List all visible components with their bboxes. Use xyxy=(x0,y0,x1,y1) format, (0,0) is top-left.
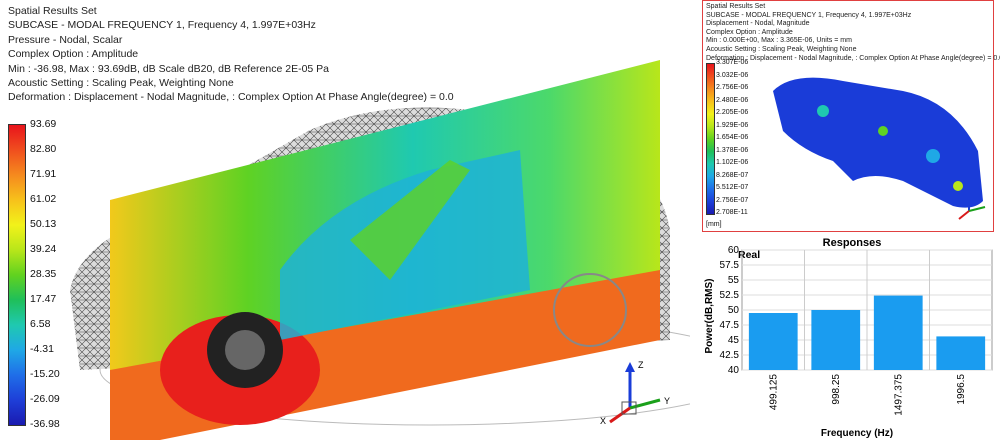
inset-legend-value: 2.756E-06 xyxy=(716,84,749,91)
inset-header: Spatial Results Set SUBCASE - MODAL FREQ… xyxy=(706,3,1000,63)
inset-legend-value: 2.708E-11 xyxy=(716,209,748,216)
bar xyxy=(936,336,986,370)
inset-header-line: SUBCASE - MODAL FREQUENCY 1, Frequency 4… xyxy=(706,11,912,19)
responses-chart-svg: Responses Real Power(dB,RMS) Frequency (… xyxy=(704,237,993,439)
triad-y-label: Y xyxy=(664,396,670,406)
car-model-render xyxy=(70,60,761,447)
inset-legend-value: 5.512E-07 xyxy=(716,184,749,191)
y-tick-label: 57.5 xyxy=(720,260,740,271)
inset-units-label: [mm] xyxy=(706,221,722,228)
legend-color-bar xyxy=(8,124,26,426)
y-tick-label: 45 xyxy=(728,335,740,346)
inset-header-line: Displacement - Nodal, Magnitude xyxy=(706,20,810,28)
responses-chart: Responses Real Power(dB,RMS) Frequency (… xyxy=(702,236,998,442)
inset-legend-value: 1.929E-06 xyxy=(716,121,749,129)
inset-legend-value: 2.205E-06 xyxy=(716,109,749,116)
bar xyxy=(748,313,798,370)
x-axis-label: Frequency (Hz) xyxy=(821,428,893,439)
bar xyxy=(873,295,923,370)
inset-legend-value: 2.756E-07 xyxy=(716,196,749,204)
y-tick-label: 52.5 xyxy=(720,290,740,301)
x-tick-label: 998.25 xyxy=(831,374,842,405)
model-viewport[interactable]: Z Y X xyxy=(50,40,761,447)
header-line: SUBCASE - MODAL FREQUENCY 1, Frequency 4… xyxy=(8,19,316,32)
displacement-inset-panel: Spatial Results Set SUBCASE - MODAL FREQ… xyxy=(702,0,1000,232)
triad-x-label: X xyxy=(600,416,606,426)
y-axis-label: Power(dB,RMS) xyxy=(704,279,715,354)
inset-legend-value: 3.032E-06 xyxy=(716,71,749,79)
y-tick-label: 55 xyxy=(728,275,740,286)
series-label: Real xyxy=(738,249,760,261)
legend-value: 6.58 xyxy=(30,318,51,330)
x-tick-label: 1996.5 xyxy=(956,374,967,405)
y-tick-label: 47.5 xyxy=(720,320,740,331)
inset-legend-value: 1.102E-06 xyxy=(716,159,749,166)
bar xyxy=(811,310,861,370)
inset-header-line: Acoustic Setting : Scaling Peak, Weighti… xyxy=(706,45,857,53)
inset-header-line: Spatial Results Set xyxy=(706,3,766,10)
y-tick-label: 60 xyxy=(728,245,740,256)
inset-legend-color-bar xyxy=(706,63,715,215)
inset-legend-value: 2.480E-06 xyxy=(716,96,749,104)
x-tick-label: 499.125 xyxy=(768,374,779,411)
y-tick-label: 42.5 xyxy=(720,350,740,361)
y-tick-label: 40 xyxy=(728,365,740,376)
inset-legend-value: 3.307E-06 xyxy=(716,59,749,66)
header-line: Spatial Results Set xyxy=(8,5,97,17)
inset-axis-triad-icon xyxy=(958,193,986,220)
inset-header-line: Complex Option : Amplitude xyxy=(706,28,793,36)
inset-header-line: Min : 0.000E+00, Max : 3.365E-06, Units … xyxy=(706,37,852,45)
chart-title: Responses xyxy=(823,237,882,249)
y-tick-label: 50 xyxy=(728,305,740,316)
triad-z-label: Z xyxy=(638,360,644,370)
x-tick-label: 1497.375 xyxy=(893,374,904,416)
inset-legend-value: 1.654E-06 xyxy=(716,134,749,141)
axis-triad-icon: Z Y X xyxy=(600,360,670,426)
inset-legend-value: 8.268E-07 xyxy=(716,171,749,179)
inset-legend-value: 1.378E-06 xyxy=(716,146,749,154)
